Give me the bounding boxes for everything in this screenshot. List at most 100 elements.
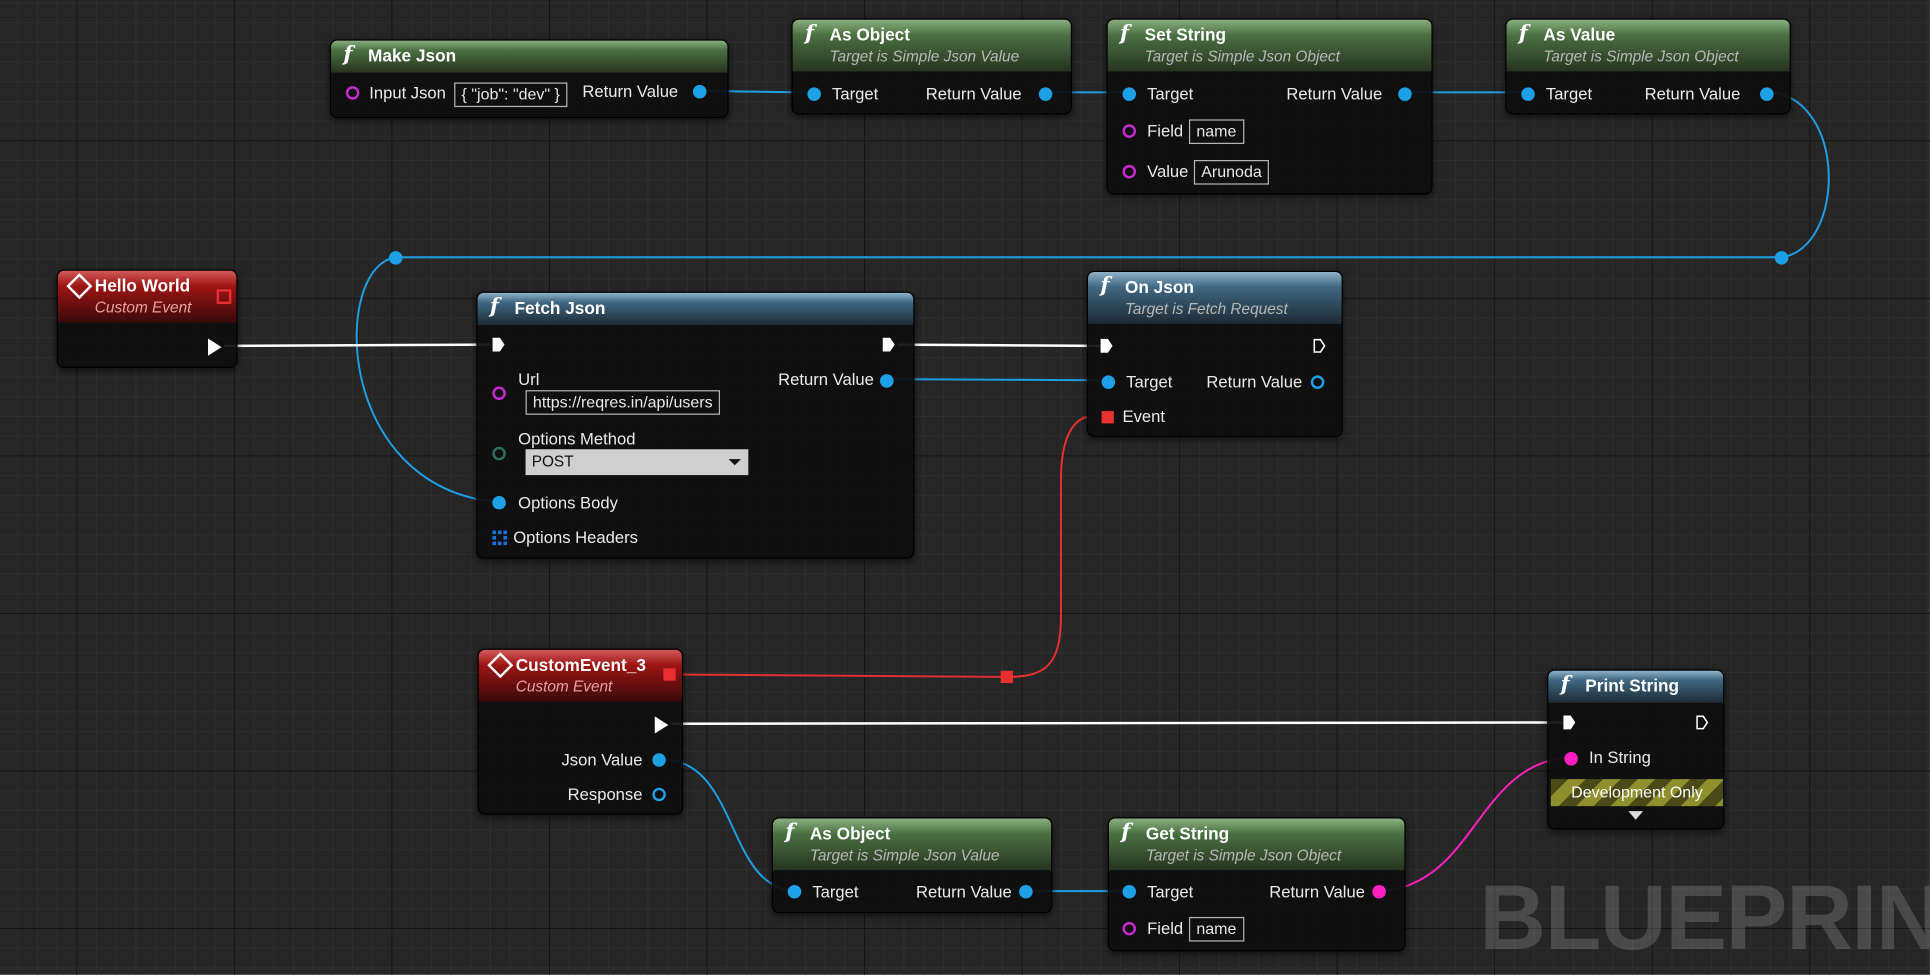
exec-out-pin[interactable] <box>208 338 222 356</box>
target-label: Target <box>832 84 879 104</box>
options-method-pin[interactable] <box>492 446 506 461</box>
exec-out-pin[interactable] <box>654 716 669 734</box>
function-f-icon: f <box>785 819 795 845</box>
target-label: Target <box>1147 882 1194 901</box>
development-only-banner: Development Only <box>1550 779 1724 807</box>
node-header[interactable]: CustomEvent_3 Custom Event <box>478 649 682 702</box>
node-subtitle: Target is Fetch Request <box>1124 300 1288 318</box>
wire-as-value-to-reroute[interactable] <box>1769 91 1830 259</box>
event-diamond-icon <box>66 273 93 300</box>
expand-arrow-icon[interactable] <box>1628 811 1644 820</box>
response-pin[interactable] <box>652 787 666 802</box>
return-value-pin[interactable] <box>1372 884 1386 899</box>
field-pin[interactable] <box>1122 921 1137 936</box>
node-as-object-bottom[interactable]: f As Object Target is Simple Json Value Ta… <box>771 817 1053 914</box>
target-pin[interactable] <box>807 87 821 101</box>
return-value-pin[interactable] <box>1398 87 1412 101</box>
url-pin[interactable] <box>492 386 506 401</box>
target-pin[interactable] <box>1122 884 1137 899</box>
node-header[interactable]: f Get String Target is Simple Json Object <box>1108 818 1405 871</box>
return-value-pin[interactable] <box>1310 375 1325 389</box>
json-value-label: Json Value <box>561 750 643 770</box>
return-value-pin[interactable] <box>1760 87 1774 101</box>
node-header[interactable]: f As Object Target is Simple Json Value <box>772 818 1052 871</box>
node-make-json[interactable]: f Make Json Input Json { "job": "dev" } R… <box>329 39 729 119</box>
wire-custom-event-to-print-exec[interactable] <box>670 721 1564 725</box>
options-body-pin[interactable] <box>492 496 506 510</box>
target-label: Target <box>1147 84 1194 104</box>
array-grid-icon[interactable] <box>492 530 508 546</box>
node-as-value[interactable]: f As Value Target is Simple Json Object Ta… <box>1505 18 1791 115</box>
return-value-pin[interactable] <box>1019 884 1033 899</box>
node-as-object-top[interactable]: f As Object Target is Simple Json Value Ta… <box>791 18 1073 115</box>
target-pin[interactable] <box>787 884 802 899</box>
return-value-label: Return Value <box>1286 84 1383 104</box>
function-f-icon: f <box>804 20 814 46</box>
exec-out-pin[interactable] <box>882 337 895 352</box>
node-on-json[interactable]: f On Json Target is Fetch Request Target R… <box>1086 270 1343 437</box>
value-label: Value <box>1147 162 1189 181</box>
target-pin[interactable] <box>1521 87 1535 101</box>
event-delegate-pin[interactable] <box>663 668 676 681</box>
input-json-pin[interactable] <box>345 86 360 100</box>
options-method-label: Options Method <box>518 429 636 449</box>
node-subtitle: Target is Simple Json Object <box>1543 48 1739 66</box>
node-fetch-json[interactable]: f Fetch Json Url https://reqres.in/api/us… <box>476 291 915 559</box>
target-pin[interactable] <box>1122 87 1137 101</box>
node-title: Fetch Json <box>514 297 606 318</box>
event-pin[interactable] <box>1101 411 1114 424</box>
options-method-select[interactable]: POST <box>525 449 749 476</box>
return-value-pin[interactable] <box>880 374 894 388</box>
node-header[interactable]: f As Value Target is Simple Json Object <box>1506 19 1790 72</box>
response-label: Response <box>567 785 643 804</box>
value-input[interactable]: Arunoda <box>1193 160 1270 185</box>
node-header[interactable]: Hello World Custom Event <box>57 270 237 323</box>
function-f-icon: f <box>1560 672 1570 697</box>
node-header[interactable]: f Set String Target is Simple Json Object <box>1107 19 1432 72</box>
reroute-node-left[interactable] <box>388 251 403 265</box>
wire-hello-to-fetch-exec[interactable] <box>223 343 490 348</box>
wire-fetch-to-onjson-exec[interactable] <box>898 343 1102 348</box>
reroute-node-event[interactable] <box>1000 670 1013 684</box>
node-header[interactable]: f As Object Target is Simple Json Value <box>792 19 1071 72</box>
field-input[interactable]: name <box>1188 119 1244 145</box>
node-header[interactable]: f Print String <box>1548 670 1724 703</box>
node-get-string[interactable]: f Get String Target is Simple Json Object … <box>1107 817 1406 952</box>
exec-out-pin[interactable] <box>1696 715 1709 730</box>
exec-in-pin[interactable] <box>492 337 505 352</box>
exec-in-pin[interactable] <box>1100 338 1113 353</box>
input-json-label: Input Json <box>369 83 446 103</box>
target-label: Target <box>812 882 859 901</box>
node-header[interactable]: f Make Json <box>331 40 728 73</box>
return-value-pin[interactable] <box>1038 87 1053 101</box>
node-custom-event-3[interactable]: CustomEvent_3 Custom Event Json Value Res… <box>477 648 684 815</box>
json-value-pin[interactable] <box>652 753 666 767</box>
value-pin[interactable] <box>1122 164 1137 179</box>
exec-out-pin[interactable] <box>1313 338 1326 353</box>
in-string-pin[interactable] <box>1564 752 1578 766</box>
return-value-label: Return Value <box>1206 372 1303 392</box>
node-title: As Object <box>829 24 911 45</box>
blueprint-graph-canvas[interactable]: f Make Json Input Json { "job": "dev" } R… <box>0 0 1930 975</box>
field-pin[interactable] <box>1122 124 1137 138</box>
event-delegate-pin[interactable] <box>216 289 232 305</box>
return-value-pin[interactable] <box>692 84 707 99</box>
target-label: Target <box>1545 84 1593 104</box>
node-hello-world[interactable]: Hello World Custom Event <box>56 269 238 369</box>
url-input[interactable]: https://reqres.in/api/users <box>525 390 720 415</box>
reroute-node-right[interactable] <box>1774 251 1789 265</box>
node-header[interactable]: f Fetch Json <box>477 292 914 325</box>
input-json-field[interactable]: { "job": "dev" } <box>454 82 568 108</box>
target-pin[interactable] <box>1101 375 1116 389</box>
node-title: Hello World <box>94 275 191 296</box>
exec-in-pin[interactable] <box>1563 715 1576 730</box>
event-label: Event <box>1122 407 1165 426</box>
wire-fetch-return-to-onjson-target[interactable] <box>892 378 1107 382</box>
node-header[interactable]: f On Json Target is Fetch Request <box>1088 272 1342 324</box>
return-value-label: Return Value <box>925 84 1022 104</box>
function-f-icon: f <box>343 41 353 67</box>
node-set-string[interactable]: f Set String Target is Simple Json Object … <box>1106 18 1433 195</box>
function-f-icon: f <box>1121 819 1131 845</box>
return-value-label: Return Value <box>1269 882 1365 901</box>
field-input[interactable]: name <box>1188 916 1244 942</box>
